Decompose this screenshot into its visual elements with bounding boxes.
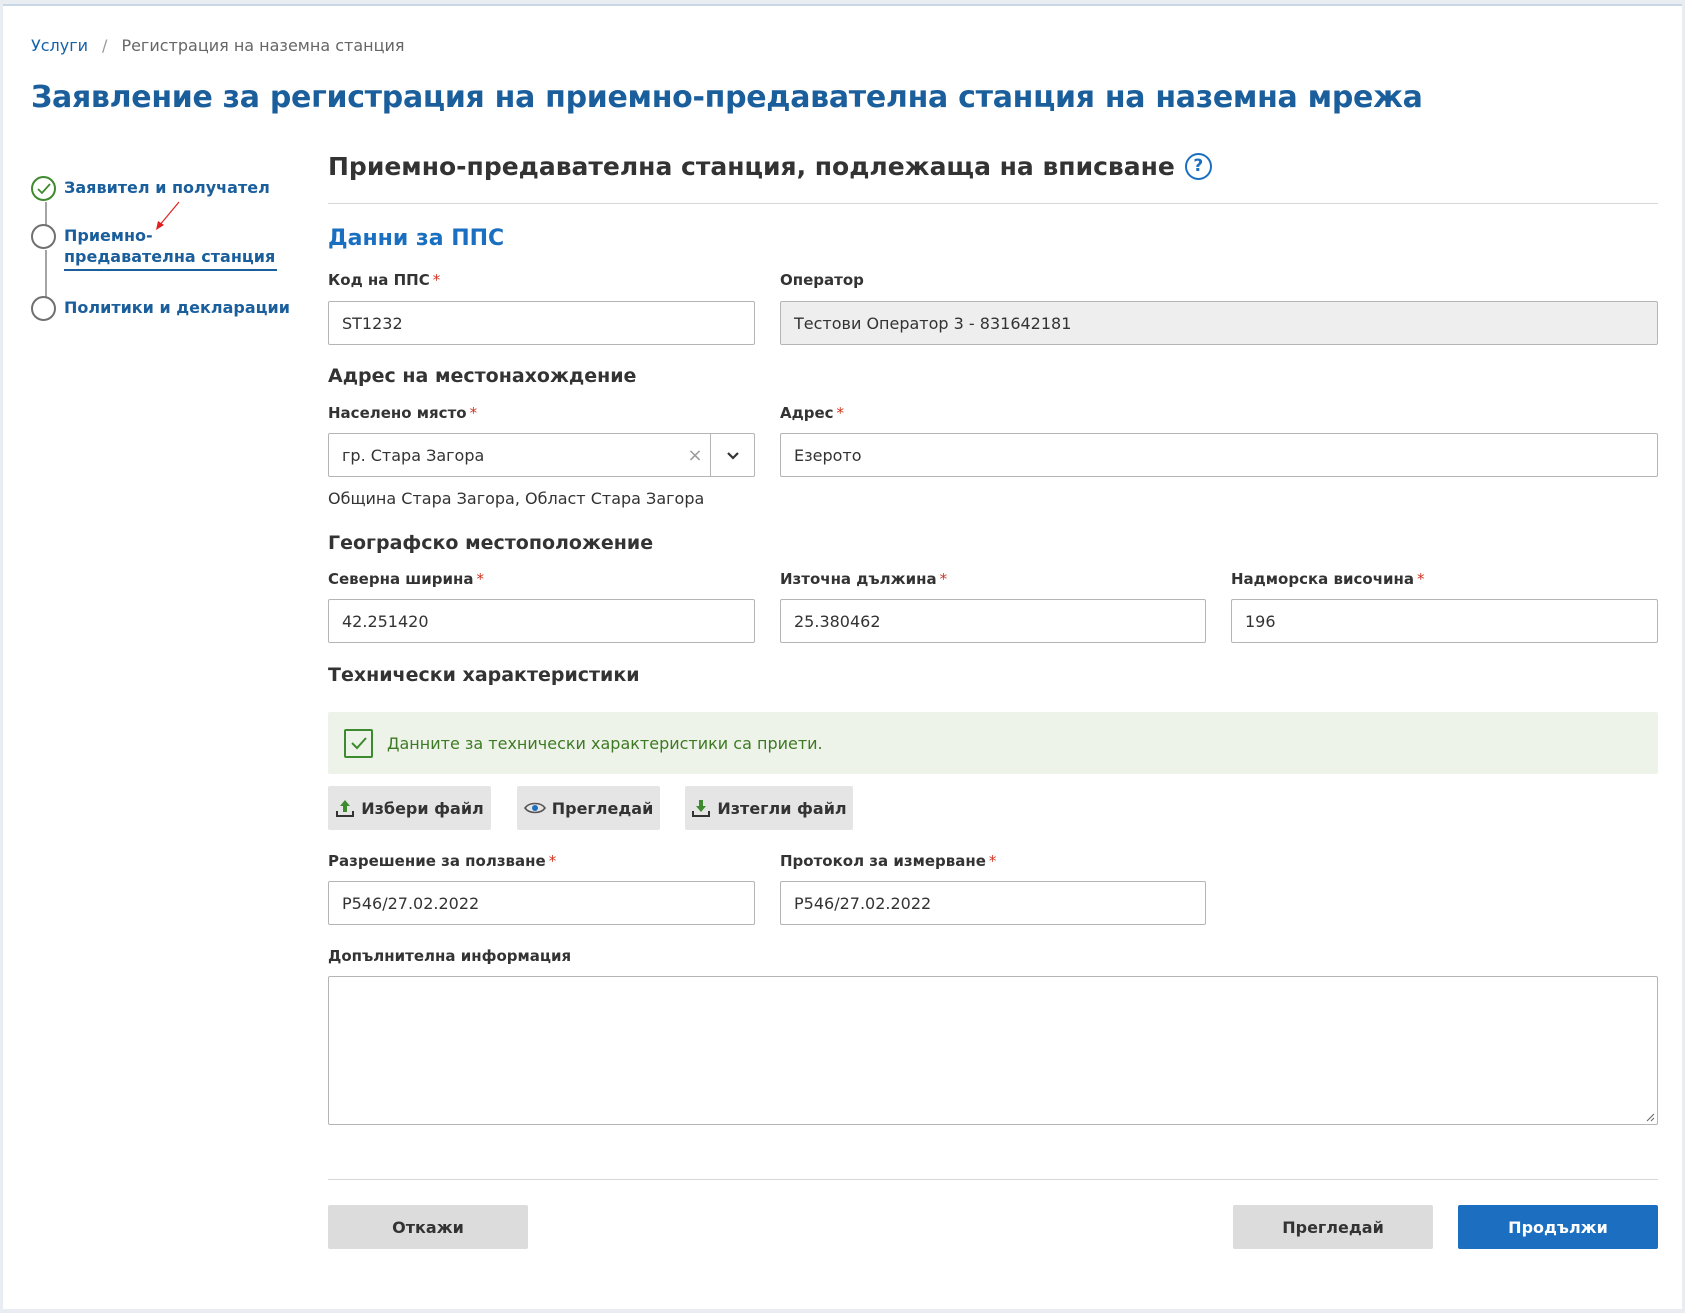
step-label: Заявител и получател bbox=[64, 178, 270, 197]
step-circle-icon bbox=[31, 296, 56, 321]
section-title: Приемно-предавателна станция, подлежаща … bbox=[328, 146, 1658, 186]
main-form: Приемно-предавателна станция, подлежаща … bbox=[328, 146, 1658, 1249]
permit-input[interactable]: Р546/27.02.2022 bbox=[328, 881, 755, 925]
preview-button[interactable]: Прегледай bbox=[1233, 1205, 1433, 1249]
operator-label: Оператор bbox=[780, 271, 864, 289]
geo-title: Географско местоположение bbox=[328, 532, 654, 554]
breadcrumb-home-link[interactable]: Услуги bbox=[31, 36, 88, 55]
page: Услуги / Регистрация на наземна станция … bbox=[3, 4, 1682, 1309]
annotation-arrow-icon bbox=[156, 201, 180, 230]
eye-icon bbox=[523, 802, 546, 814]
cancel-button[interactable]: Откажи bbox=[328, 1205, 528, 1249]
latitude-input[interactable]: 42.251420 bbox=[328, 599, 755, 643]
settlement-select[interactable]: гр. Стара Загора × bbox=[328, 433, 755, 477]
pps-title: Данни за ППС bbox=[328, 226, 505, 251]
longitude-label-text: Източна дължина bbox=[780, 570, 937, 588]
check-icon bbox=[344, 728, 373, 758]
address-label: Адрес * bbox=[780, 404, 844, 422]
longitude-value: 25.380462 bbox=[794, 611, 881, 631]
choose-file-button[interactable]: Избери файл bbox=[328, 786, 491, 830]
download-file-label: Изтегли файл bbox=[717, 798, 847, 818]
extra-info-textarea[interactable] bbox=[328, 976, 1658, 1125]
pps-code-value: ST1232 bbox=[342, 313, 403, 333]
breadcrumb-separator: / bbox=[102, 36, 108, 55]
altitude-label: Надморска височина * bbox=[1231, 570, 1425, 588]
upload-icon bbox=[336, 800, 355, 817]
pps-code-label-text: Код на ППС bbox=[328, 271, 430, 289]
choose-file-label: Избери файл bbox=[361, 798, 484, 818]
settlement-label: Населено място * bbox=[328, 404, 477, 422]
longitude-input[interactable]: 25.380462 bbox=[780, 599, 1206, 643]
altitude-label-text: Надморска височина bbox=[1231, 570, 1415, 588]
clear-icon[interactable]: × bbox=[680, 445, 710, 466]
protocol-value: Р546/27.02.2022 bbox=[794, 893, 932, 913]
tech-title: Технически характеристики bbox=[328, 664, 640, 686]
step-policies[interactable]: Политики и декларации bbox=[31, 296, 290, 321]
download-icon bbox=[692, 800, 711, 817]
address-input[interactable]: Езерото bbox=[780, 433, 1658, 477]
permit-label: Разрешение за ползване * bbox=[328, 852, 556, 870]
required-mark: * bbox=[476, 570, 484, 588]
required-mark: * bbox=[432, 271, 441, 289]
latitude-label: Северна ширина * bbox=[328, 570, 484, 588]
continue-button[interactable]: Продължи bbox=[1458, 1205, 1658, 1249]
latitude-label-text: Северна ширина bbox=[328, 570, 474, 588]
settlement-hint: Община Стара Загора, Област Стара Загора bbox=[328, 489, 705, 508]
tech-accepted-notice: Данните за технически характеристики са … bbox=[328, 712, 1658, 774]
check-icon bbox=[31, 176, 56, 201]
address-value: Езерото bbox=[794, 445, 862, 465]
step-applicant[interactable]: Заявител и получател bbox=[31, 176, 270, 201]
address-title: Адрес на местонахождение bbox=[328, 365, 637, 387]
required-mark: * bbox=[548, 852, 557, 870]
footer-divider bbox=[328, 1179, 1658, 1180]
pps-code-input[interactable]: ST1232 bbox=[328, 301, 755, 345]
preview-tech-button[interactable]: Прегледай bbox=[517, 786, 660, 830]
pps-code-label: Код на ППС * bbox=[328, 271, 440, 289]
protocol-input[interactable]: Р546/27.02.2022 bbox=[780, 881, 1206, 925]
address-label-text: Адрес bbox=[780, 404, 834, 422]
altitude-input[interactable]: 196 bbox=[1231, 599, 1658, 643]
chevron-down-icon[interactable] bbox=[710, 434, 754, 476]
download-file-button[interactable]: Изтегли файл bbox=[685, 786, 853, 830]
latitude-value: 42.251420 bbox=[342, 611, 429, 631]
required-mark: * bbox=[469, 404, 478, 422]
permit-value: Р546/27.02.2022 bbox=[342, 893, 480, 913]
altitude-value: 196 bbox=[1245, 611, 1276, 631]
page-title: Заявление за регистрация на приемно-пред… bbox=[31, 80, 1423, 115]
notice-text: Данните за технически характеристики са … bbox=[387, 733, 823, 753]
protocol-label: Протокол за измерване * bbox=[780, 852, 996, 870]
required-mark: * bbox=[939, 570, 948, 588]
required-mark: * bbox=[988, 852, 997, 870]
operator-value: Тестови Оператор 3 - 831642181 bbox=[794, 313, 1072, 333]
section-title-text: Приемно-предавателна станция, подлежаща … bbox=[328, 151, 1175, 181]
stepper-connector bbox=[45, 202, 47, 226]
permit-label-text: Разрешение за ползване bbox=[328, 852, 546, 870]
step-circle-icon bbox=[31, 224, 56, 249]
required-mark: * bbox=[836, 404, 845, 422]
longitude-label: Източна дължина * bbox=[780, 570, 947, 588]
resize-handle-icon[interactable] bbox=[1645, 1112, 1655, 1122]
breadcrumb: Услуги / Регистрация на наземна станция bbox=[31, 36, 405, 55]
operator-field: Тестови Оператор 3 - 831642181 bbox=[780, 301, 1658, 345]
required-mark: * bbox=[1417, 570, 1425, 588]
extra-info-label: Допълнителна информация bbox=[328, 947, 572, 965]
breadcrumb-current: Регистрация на наземна станция bbox=[121, 36, 405, 55]
step-label: Политики и декларации bbox=[64, 298, 290, 317]
preview-tech-label: Прегледай bbox=[551, 798, 654, 818]
settlement-value: гр. Стара Загора bbox=[342, 445, 485, 465]
section-divider bbox=[328, 203, 1658, 204]
settlement-label-text: Населено място bbox=[328, 404, 467, 422]
protocol-label-text: Протокол за измерване bbox=[780, 852, 986, 870]
help-icon[interactable]: ? bbox=[1184, 152, 1212, 180]
